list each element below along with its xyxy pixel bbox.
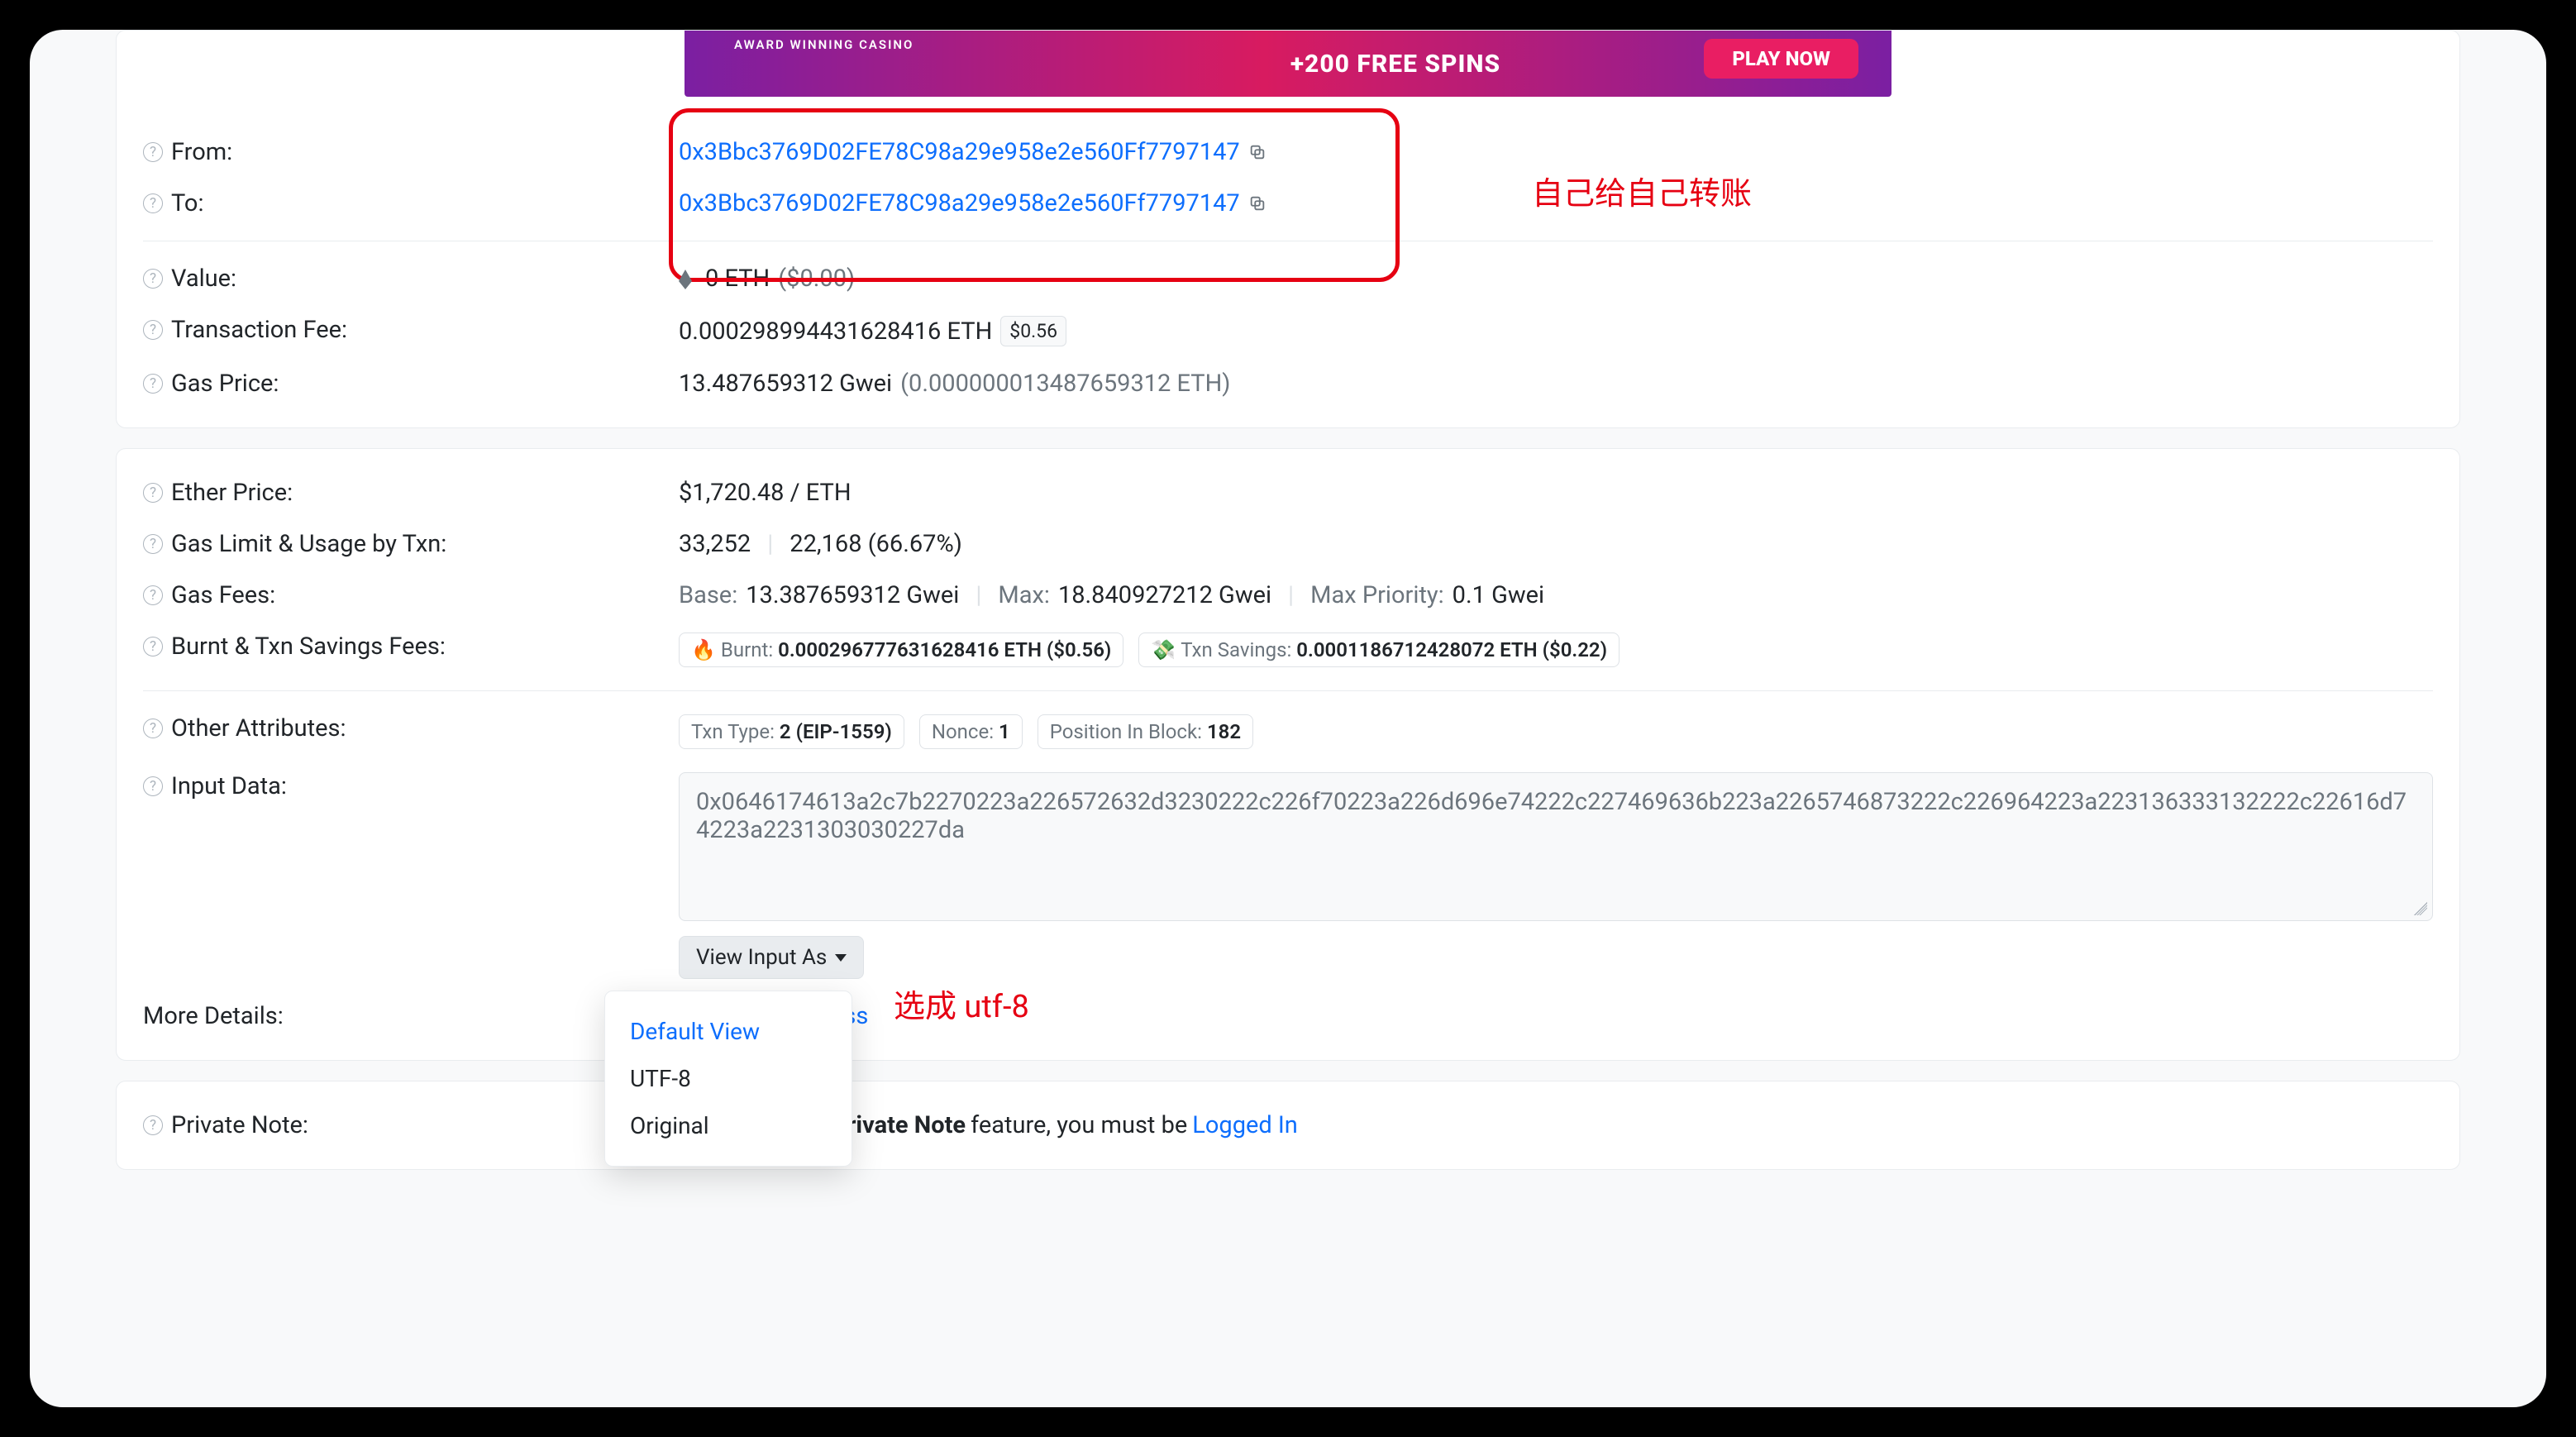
txntype-value: 2 (EIP-1559) [780, 720, 892, 743]
input-data-textarea[interactable]: 0x0646174613a2c7b2270223a226572632d32302… [679, 772, 2433, 921]
divider-icon: | [759, 530, 781, 558]
private-note-middle: feature, you must be [971, 1111, 1187, 1139]
savings-pill-label: Txn Savings: [1181, 638, 1291, 661]
from-label: From: [171, 138, 232, 166]
help-icon[interactable]: ? [143, 718, 163, 738]
help-icon[interactable]: ? [143, 193, 163, 213]
annotation-select-utf8: 选成 utf-8 [894, 981, 1029, 1026]
help-icon[interactable]: ? [143, 483, 163, 503]
gasprice-gwei: 13.487659312 Gwei [679, 370, 892, 398]
burnt-badge: 🔥 Burnt: 0.000296777631628416 ETH ($0.56… [679, 633, 1123, 667]
ad-cta-button[interactable]: PLAY NOW [1704, 39, 1858, 79]
to-label: To: [171, 189, 203, 217]
help-icon[interactable]: ? [143, 374, 163, 394]
txntype-badge: Txn Type: 2 (EIP-1559) [679, 714, 904, 749]
gasfees-label: Gas Fees: [171, 581, 275, 609]
etherprice-value: $1,720.48 / ETH [679, 479, 852, 507]
help-icon[interactable]: ? [143, 534, 163, 554]
fire-icon: 🔥 [691, 638, 716, 661]
copy-icon[interactable] [1248, 143, 1267, 161]
copy-icon[interactable] [1248, 194, 1267, 212]
menu-item-utf8[interactable]: UTF-8 [605, 1055, 852, 1102]
eth-icon [679, 270, 692, 281]
gasprice-label: Gas Price: [171, 370, 279, 398]
nonce-value: 1 [999, 720, 1010, 743]
value-label: Value: [171, 265, 236, 293]
gasfees-max-label: Max: [998, 581, 1050, 609]
ad-banner[interactable]: AWARD WINNING CASINO +200 FREE SPINS PLA… [685, 31, 1891, 97]
private-note-label: Private Note: [171, 1111, 308, 1139]
nonce-badge: Nonce: 1 [919, 714, 1023, 749]
burnt-value: 0.000296777631628416 ETH ($0.56) [778, 638, 1111, 661]
divider-icon: | [1280, 581, 1302, 609]
menu-item-original[interactable]: Original [605, 1102, 852, 1149]
gaslimit-limit: 33,252 [679, 530, 751, 558]
burnt-pill-label: Burnt: [721, 638, 773, 661]
position-badge: Position In Block: 182 [1038, 714, 1253, 749]
chevron-down-icon [835, 954, 847, 962]
txnfee-usd-badge: $0.56 [1000, 316, 1066, 346]
gasfees-max: 18.840927212 Gwei [1058, 581, 1271, 609]
txnfee-amount: 0.000298994431628416 ETH [679, 317, 992, 346]
savings-badge: 💸 Txn Savings: 0.0001186712428072 ETH ($… [1138, 633, 1620, 667]
gaslimit-used: 22,168 (66.67%) [789, 530, 962, 558]
to-address-link[interactable]: 0x3Bbc3769D02FE78C98a29e958e2e560Ff77971… [679, 189, 1240, 217]
ad-spins: +200 FREE SPINS [1290, 50, 1500, 79]
nonce-label: Nonce: [932, 720, 994, 743]
help-icon[interactable]: ? [143, 637, 163, 656]
gasfees-maxpri-label: Max Priority: [1310, 581, 1444, 609]
position-label: Position In Block: [1050, 720, 1202, 743]
view-input-as-label: View Input As [696, 945, 827, 970]
value-amount: 0 ETH [705, 265, 770, 293]
savings-value: 0.0001186712428072 ETH ($0.22) [1296, 638, 1607, 661]
resize-handle-icon[interactable] [2414, 902, 2427, 915]
ad-subtitle: AWARD WINNING CASINO [734, 37, 914, 52]
gasfees-maxpri: 0.1 Gwei [1453, 581, 1544, 609]
gasfees-base-label: Base: [679, 581, 737, 609]
help-icon[interactable]: ? [143, 776, 163, 796]
divider-icon: | [967, 581, 990, 609]
etherprice-label: Ether Price: [171, 479, 293, 507]
other-label: Other Attributes: [171, 714, 346, 742]
help-icon[interactable]: ? [143, 585, 163, 605]
menu-item-default-view[interactable]: Default View [605, 1008, 852, 1055]
position-value: 182 [1207, 720, 1241, 743]
burnt-label: Burnt & Txn Savings Fees: [171, 633, 446, 661]
value-usd: ($0.00) [778, 265, 855, 293]
view-input-as-menu: Default View UTF-8 Original [604, 991, 852, 1167]
inputdata-label: Input Data: [171, 772, 287, 800]
input-data-hex: 0x0646174613a2c7b2270223a226572632d32302… [696, 788, 2407, 844]
txnfee-label: Transaction Fee: [171, 316, 347, 344]
gasprice-eth: (0.000000013487659312 ETH) [900, 370, 1230, 398]
txntype-label: Txn Type: [691, 720, 775, 743]
help-icon[interactable]: ? [143, 269, 163, 289]
help-icon[interactable]: ? [143, 1115, 163, 1135]
more-details-label: More Details: [143, 1002, 284, 1030]
from-address-link[interactable]: 0x3Bbc3769D02FE78C98a29e958e2e560Ff77971… [679, 138, 1240, 166]
view-input-as-button[interactable]: View Input As [679, 936, 864, 979]
gasfees-base: 13.387659312 Gwei [746, 581, 959, 609]
savings-icon: 💸 [1151, 638, 1176, 661]
help-icon[interactable]: ? [143, 142, 163, 162]
help-icon[interactable]: ? [143, 320, 163, 340]
annotation-self-transfer: 自己给自己转账 [1532, 168, 1752, 213]
logged-in-link[interactable]: Logged In [1187, 1111, 1298, 1139]
gaslimit-label: Gas Limit & Usage by Txn: [171, 530, 446, 558]
